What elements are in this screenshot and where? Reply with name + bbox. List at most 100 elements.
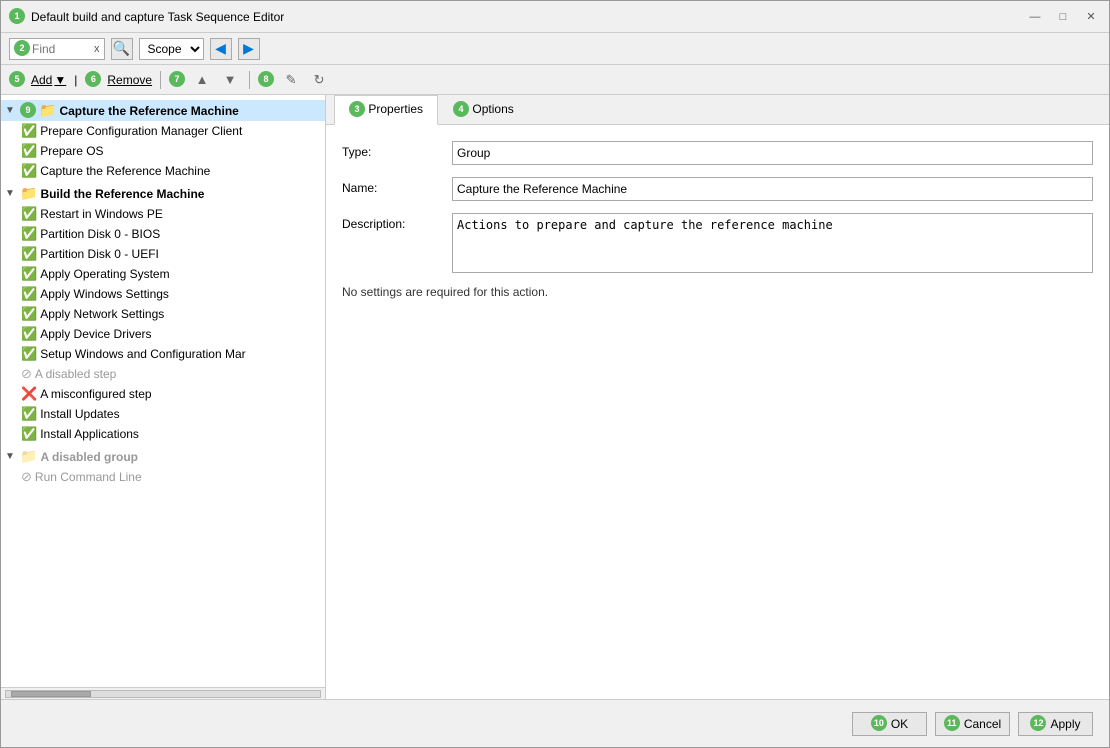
find-badge: 2: [14, 40, 30, 56]
cancel-button[interactable]: 11 Cancel: [935, 712, 1010, 736]
toolbar-separator2: [249, 71, 250, 89]
item-label: Install Applications: [40, 427, 139, 441]
tree-item[interactable]: ✅ Install Updates: [1, 404, 325, 424]
no-settings-text: No settings are required for this action…: [342, 285, 1093, 299]
tree-group-disabled: ▼ 📁 A disabled group ⊘ Run Command Line: [1, 445, 325, 488]
tree-item[interactable]: ✅ Capture the Reference Machine: [1, 161, 325, 181]
tab-options[interactable]: 4 Options: [438, 95, 529, 125]
move-down-button[interactable]: ▼: [219, 69, 241, 91]
properties-panel: Type: Name: Description: Actions to prep…: [326, 125, 1109, 699]
status-icon-green: ✅: [21, 123, 37, 139]
minimize-button[interactable]: —: [1025, 7, 1045, 27]
tree-item-disabled[interactable]: ⊘ A disabled step: [1, 364, 325, 384]
item-label: Restart in Windows PE: [40, 207, 163, 221]
item-label: A misconfigured step: [40, 387, 151, 401]
tree-item[interactable]: ✅ Apply Operating System: [1, 264, 325, 284]
find-input[interactable]: [32, 42, 92, 56]
remove-button[interactable]: Remove: [107, 73, 152, 87]
status-icon-gray: ⊘: [21, 366, 32, 382]
folder-icon-disabled: 📁: [20, 448, 37, 465]
horizontal-scrollbar[interactable]: [5, 690, 321, 698]
apply-badge: 12: [1030, 715, 1046, 731]
status-icon-green: ✅: [21, 266, 37, 282]
tree-item[interactable]: ✅ Apply Device Drivers: [1, 324, 325, 344]
add-button[interactable]: Add ▼: [31, 73, 66, 87]
horizontal-scrollbar-area: [1, 687, 325, 699]
item-label: Install Updates: [40, 407, 119, 421]
tree-item-error[interactable]: ❌ A misconfigured step: [1, 384, 325, 404]
tree-group-capture: ▼ 9 📁 Capture the Reference Machine ✅ Pr…: [1, 99, 325, 182]
scope-dropdown[interactable]: Scope: [139, 38, 204, 60]
cancel-badge: 11: [944, 715, 960, 731]
remove-badge: 6: [85, 71, 101, 87]
back-button[interactable]: ◀: [210, 38, 232, 60]
edit-icon-button[interactable]: ✎: [280, 69, 302, 91]
action-toolbar: 5 Add ▼ | 6 Remove 7 ▲ ▼ 8 ✎ ↻: [1, 65, 1109, 95]
item-label: Partition Disk 0 - UEFI: [40, 247, 159, 261]
name-row: Name:: [342, 177, 1093, 201]
status-icon-green: ✅: [21, 163, 37, 179]
status-icon-gray: ⊘: [21, 469, 32, 485]
tree-item[interactable]: ✅ Prepare OS: [1, 141, 325, 161]
tree-group-disabled-header[interactable]: ▼ 📁 A disabled group: [1, 446, 325, 467]
item-label: Partition Disk 0 - BIOS: [40, 227, 160, 241]
refresh-icon-button[interactable]: ↻: [308, 69, 330, 91]
bottom-bar: 10 OK 11 Cancel 12 Apply: [1, 699, 1109, 747]
group2-label: Build the Reference Machine: [40, 187, 204, 201]
find-container: 2 x: [9, 38, 105, 60]
group1-badge: 9: [20, 102, 36, 118]
tab-bar: 3 Properties 4 Options: [326, 95, 1109, 125]
add-badge: 5: [9, 71, 25, 87]
item-label: Prepare Configuration Manager Client: [40, 124, 242, 138]
maximize-button[interactable]: □: [1053, 7, 1073, 27]
move-up-button[interactable]: ▲: [191, 69, 213, 91]
description-textarea[interactable]: Actions to prepare and capture the refer…: [452, 213, 1093, 273]
ok-button[interactable]: 10 OK: [852, 712, 927, 736]
up-badge: 7: [169, 71, 185, 87]
tree-item-disabled[interactable]: ⊘ Run Command Line: [1, 467, 325, 487]
item-label: Capture the Reference Machine: [40, 164, 210, 178]
tree-item[interactable]: ✅ Partition Disk 0 - BIOS: [1, 224, 325, 244]
forward-button[interactable]: ▶: [238, 38, 260, 60]
tree-panel: ▼ 9 📁 Capture the Reference Machine ✅ Pr…: [1, 95, 326, 687]
tree-group-capture-header[interactable]: ▼ 9 📁 Capture the Reference Machine: [1, 100, 325, 121]
type-input[interactable]: [452, 141, 1093, 165]
title-bar-left: 1 Default build and capture Task Sequenc…: [9, 9, 284, 25]
folder-icon: 📁: [39, 102, 56, 119]
name-input[interactable]: [452, 177, 1093, 201]
apply-button[interactable]: 12 Apply: [1018, 712, 1093, 736]
tree-group-build-header[interactable]: ▼ 📁 Build the Reference Machine: [1, 183, 325, 204]
status-icon-green: ✅: [21, 346, 37, 362]
tree-item[interactable]: ✅ Apply Network Settings: [1, 304, 325, 324]
title-bar-controls: — □ ✕: [1025, 7, 1101, 27]
status-icon-green: ✅: [21, 226, 37, 242]
find-clear-button[interactable]: x: [94, 43, 100, 55]
status-icon-red: ❌: [21, 386, 37, 402]
icons-badge: 8: [258, 71, 274, 87]
right-panel: 3 Properties 4 Options Type: Name:: [326, 95, 1109, 699]
item-label: Setup Windows and Configuration Mar: [40, 347, 245, 361]
title-badge: 1: [9, 8, 25, 24]
tree-group-build: ▼ 📁 Build the Reference Machine ✅ Restar…: [1, 182, 325, 445]
folder-icon: 📁: [20, 185, 37, 202]
scrollbar-thumb[interactable]: [11, 691, 91, 697]
status-icon-green: ✅: [21, 286, 37, 302]
name-label: Name:: [342, 177, 452, 195]
tree-item[interactable]: ✅ Install Applications: [1, 424, 325, 444]
tree-item[interactable]: ✅ Prepare Configuration Manager Client: [1, 121, 325, 141]
tree-item[interactable]: ✅ Partition Disk 0 - UEFI: [1, 244, 325, 264]
tree-item[interactable]: ✅ Apply Windows Settings: [1, 284, 325, 304]
title-bar: 1 Default build and capture Task Sequenc…: [1, 1, 1109, 33]
expand-icon: ▼: [5, 188, 17, 199]
search-button[interactable]: 🔍: [111, 38, 133, 60]
status-icon-green: ✅: [21, 306, 37, 322]
close-button[interactable]: ✕: [1081, 7, 1101, 27]
tree-item[interactable]: ✅ Restart in Windows PE: [1, 204, 325, 224]
type-row: Type:: [342, 141, 1093, 165]
find-toolbar: 2 x 🔍 Scope ◀ ▶: [1, 33, 1109, 65]
tree-item[interactable]: ✅ Setup Windows and Configuration Mar: [1, 344, 325, 364]
item-label: Prepare OS: [40, 144, 103, 158]
status-icon-green: ✅: [21, 206, 37, 222]
type-label: Type:: [342, 141, 452, 159]
tab-properties[interactable]: 3 Properties: [334, 95, 438, 125]
